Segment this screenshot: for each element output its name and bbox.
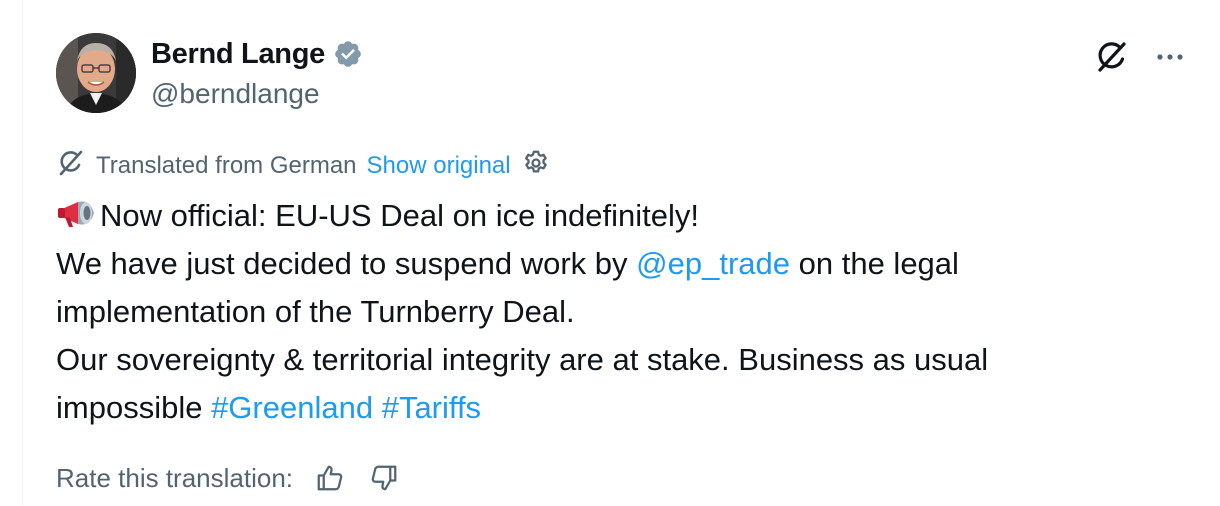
tweet-line-1-text: Now official: EU-US Deal on ice indefini… xyxy=(100,198,700,233)
tweet-line-2: We have just decided to suspend work by … xyxy=(56,240,1176,288)
grok-slash-icon[interactable] xyxy=(1091,36,1133,78)
mention-ep-trade-link[interactable]: @ep_trade xyxy=(636,246,790,281)
show-original-link[interactable]: Show original xyxy=(367,152,511,180)
tweet-line-3: implementation of the Turnberry Deal. xyxy=(56,294,575,329)
header-actions xyxy=(1091,36,1185,78)
tweet-line-4: Our sovereignty & territorial integrity … xyxy=(56,342,989,377)
author-handle[interactable]: @berndlange xyxy=(151,78,320,110)
rate-translation-bar: Rate this translation: xyxy=(56,456,401,500)
translation-bar: Translated from German Show original xyxy=(56,148,551,184)
tweet-line-5: impossible #Greenland #Tariffs xyxy=(56,384,1176,432)
megaphone-icon xyxy=(56,196,98,230)
tweet-text: Now official: EU-US Deal on ice indefini… xyxy=(56,192,1176,432)
tweet-line-5-start: impossible xyxy=(56,390,212,425)
hashtag-greenland-link[interactable]: #Greenland xyxy=(211,390,373,425)
grok-translate-icon xyxy=(56,148,86,185)
thumbs-up-icon[interactable] xyxy=(313,461,347,495)
rate-translation-label: Rate this translation: xyxy=(56,462,294,493)
author-name-row: Bernd Lange xyxy=(151,36,363,72)
translation-settings-gear-icon[interactable] xyxy=(521,148,551,185)
hashtag-tariffs-link[interactable]: #Tariffs xyxy=(382,390,481,425)
avatar[interactable] xyxy=(56,33,136,113)
tweet-line-2-start: We have just decided to suspend work by xyxy=(56,246,637,281)
verified-badge-icon xyxy=(333,39,363,69)
more-dots-icon[interactable] xyxy=(1155,42,1185,72)
thumbs-down-icon[interactable] xyxy=(367,461,401,495)
tweet-line-2-end: on the legal xyxy=(790,246,959,281)
tweet-line-1: Now official: EU-US Deal on ice indefini… xyxy=(56,192,1176,240)
translated-label: Translated from German xyxy=(96,152,357,179)
author-name[interactable]: Bernd Lange xyxy=(151,38,325,71)
